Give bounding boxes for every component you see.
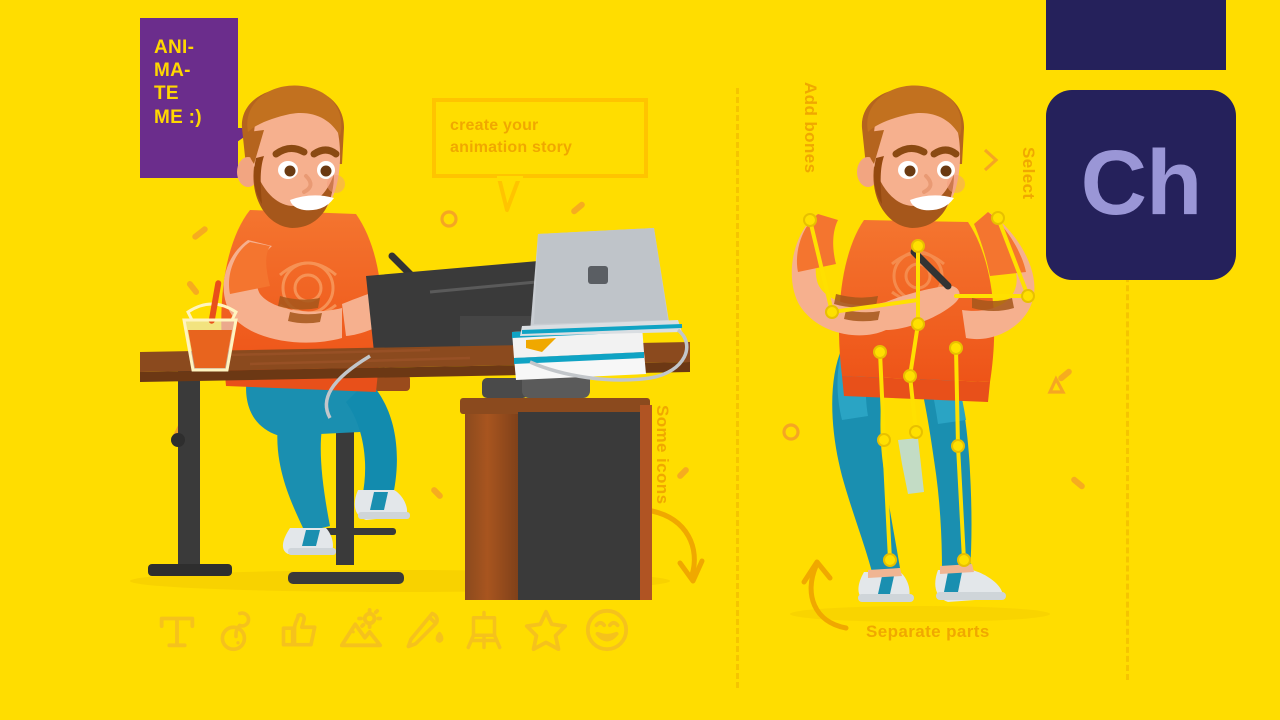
paintbrush-icon[interactable] <box>398 604 448 656</box>
balloon-icon[interactable] <box>213 604 263 656</box>
smiley-icon[interactable] <box>582 604 632 656</box>
text-tool-icon[interactable] <box>152 604 202 656</box>
thumbs-up-icon[interactable] <box>275 604 325 656</box>
ch-glyph: Ch <box>1080 132 1203 234</box>
sneaker-right <box>354 490 410 520</box>
illustration-canvas: ANI- MA- TE ME :) create your animation … <box>0 0 1280 720</box>
rigged-sneaker-left <box>858 568 914 602</box>
star-icon[interactable] <box>521 604 571 656</box>
rigged-sneaker-right <box>935 564 1006 602</box>
dashed-divider-right <box>1126 240 1129 680</box>
easel-icon[interactable] <box>459 604 509 656</box>
image-icon[interactable] <box>336 604 386 656</box>
brand-banner <box>1046 0 1226 70</box>
dashed-divider-left <box>736 88 739 688</box>
icon-row <box>152 598 632 662</box>
scene-desk-illustration <box>140 85 690 600</box>
character-animator-logo[interactable]: Ch <box>1046 90 1236 280</box>
file-cabinet <box>460 366 652 600</box>
character-head-left <box>237 85 345 228</box>
rigged-head <box>857 85 965 228</box>
sneaker-left <box>282 528 336 555</box>
